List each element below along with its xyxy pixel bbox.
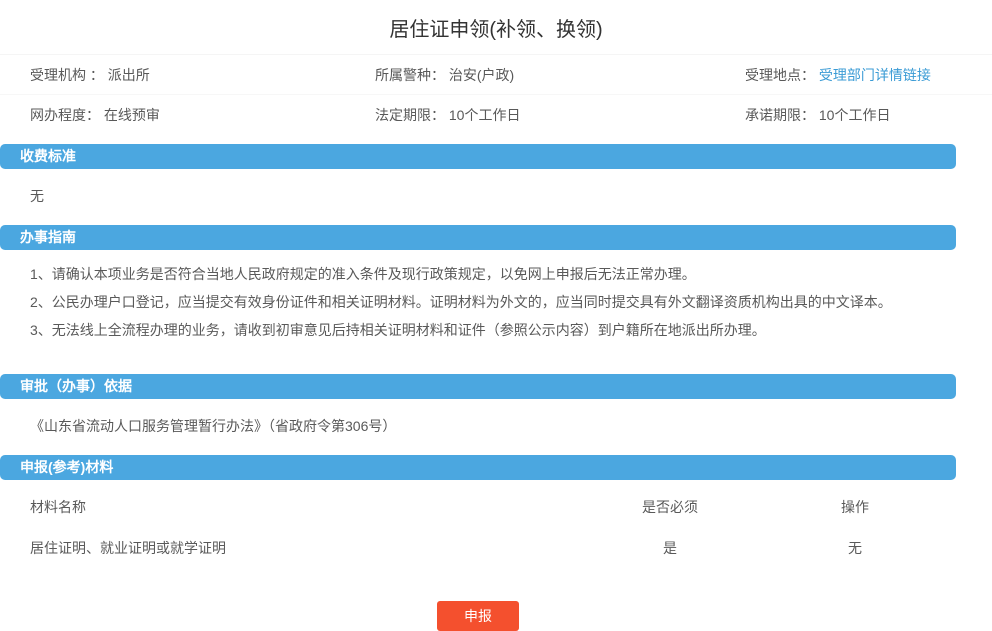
office-details-link[interactable]: 受理部门详情链接 (819, 67, 931, 83)
accepting-agency-label: 受理机构 ： (30, 67, 104, 83)
service-guide-section-header: 办事指南 (0, 225, 956, 250)
guide-item: 1、请确认本项业务是否符合当地人民政府规定的准入条件及现行政策规定，以免网上申报… (30, 260, 956, 288)
is-required-cell: 是 (560, 538, 780, 558)
approval-basis-section-header: 审批（办事）依据 (0, 374, 956, 399)
service-detail-page: 居住证申领(补领、换领) 受理机构 ： 派出所 所属警种： 治安(户政) 受理地… (0, 0, 992, 631)
approval-basis-content: 《山东省流动人口服务管理暂行办法》（省政府令第306号） (0, 399, 992, 455)
guide-item: 2、公民办理户口登记，应当提交有效身份证件和相关证明材料。证明材料为外文的，应当… (30, 288, 956, 316)
service-info-grid: 受理机构 ： 派出所 所属警种： 治安(户政) 受理地点： 受理部门详情链接 网… (0, 54, 992, 135)
accepting-agency-value: 派出所 (108, 67, 150, 83)
materials-table: 材料名称 是否必须 操作 居住证明、就业证明或就学证明 是 无 (0, 480, 956, 568)
promised-period-field: 承诺期限： 10个工作日 (745, 105, 992, 125)
promised-period-label: 承诺期限： (745, 107, 815, 123)
guide-item: 3、无法线上全流程办理的业务，请收到初审意见后持相关证明材料和证件（参照公示内容… (30, 316, 956, 344)
online-degree-label: 网办程度： (30, 107, 100, 123)
online-degree-field: 网办程度： 在线预审 (0, 105, 375, 125)
operation-cell: 无 (780, 538, 930, 558)
statutory-period-field: 法定期限： 10个工作日 (375, 105, 745, 125)
fee-standard-content: 无 (0, 169, 992, 225)
service-guide-list: 1、请确认本项业务是否符合当地人民政府规定的准入条件及现行政策规定，以免网上申报… (0, 250, 992, 374)
accepting-location-field: 受理地点： 受理部门详情链接 (745, 65, 992, 85)
page-title: 居住证申领(补领、换领) (0, 0, 992, 54)
material-name-cell: 居住证明、就业证明或就学证明 (0, 538, 560, 558)
material-name-header: 材料名称 (0, 497, 560, 517)
apply-button-container: 申报 (0, 601, 956, 631)
police-category-field: 所属警种： 治安(户政) (375, 65, 745, 85)
police-category-value: 治安(户政) (449, 67, 514, 83)
statutory-period-value: 10个工作日 (449, 107, 521, 123)
police-category-label: 所属警种： (375, 67, 445, 83)
table-row: 居住证明、就业证明或就学证明 是 无 (0, 525, 956, 568)
statutory-period-label: 法定期限： (375, 107, 445, 123)
online-degree-value: 在线预审 (104, 107, 160, 123)
promised-period-value: 10个工作日 (819, 107, 891, 123)
materials-table-header-row: 材料名称 是否必须 操作 (0, 480, 956, 525)
accepting-location-label: 受理地点： (745, 67, 815, 83)
accepting-agency-field: 受理机构 ： 派出所 (0, 65, 375, 85)
info-row-1: 受理机构 ： 派出所 所属警种： 治安(户政) 受理地点： 受理部门详情链接 (0, 55, 992, 95)
fee-standard-section-header: 收费标准 (0, 144, 956, 169)
operation-header: 操作 (780, 497, 930, 517)
materials-section-header: 申报(参考)材料 (0, 455, 956, 480)
apply-button[interactable]: 申报 (437, 601, 519, 631)
is-required-header: 是否必须 (560, 497, 780, 517)
info-row-2: 网办程度： 在线预审 法定期限： 10个工作日 承诺期限： 10个工作日 (0, 95, 992, 135)
